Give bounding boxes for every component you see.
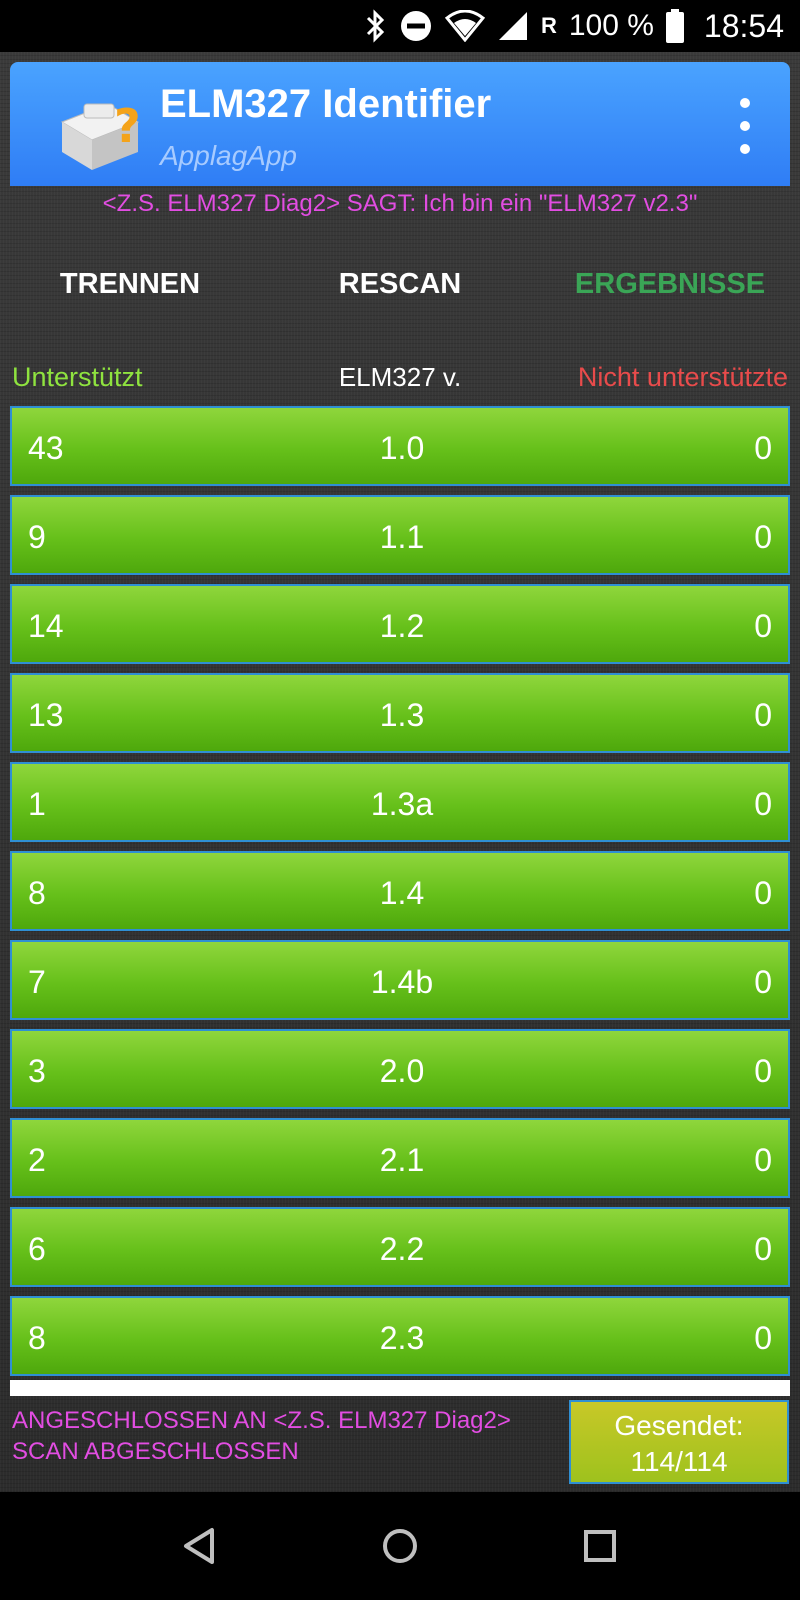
unsupported-count: 0 <box>754 786 772 822</box>
recent-apps-icon[interactable] <box>574 1520 626 1572</box>
rescan-button[interactable]: RESCAN <box>280 268 520 301</box>
unsupported-count: 0 <box>754 697 772 733</box>
system-navigation-bar <box>0 1492 800 1600</box>
results-button[interactable]: ERGEBNISSE <box>550 268 790 301</box>
supported-count: 2 <box>28 1142 46 1178</box>
elm-version: 1.2 <box>379 608 425 644</box>
unsupported-count: 0 <box>754 519 772 555</box>
result-row[interactable]: 6 2.2 0 <box>10 1207 790 1287</box>
result-row[interactable]: 8 1.4 0 <box>10 851 790 931</box>
supported-count: 14 <box>28 608 64 644</box>
unsupported-count: 0 <box>754 964 772 1000</box>
overflow-menu-icon[interactable] <box>736 98 754 154</box>
sent-label: Gesendet: <box>614 1410 744 1441</box>
supported-count: 8 <box>28 875 46 911</box>
unsupported-count: 0 <box>754 430 772 466</box>
supported-count: 43 <box>28 430 64 466</box>
supported-count: 6 <box>28 1231 46 1267</box>
unsupported-count: 0 <box>754 1142 772 1178</box>
result-row[interactable]: 9 1.1 0 <box>10 495 790 575</box>
result-row[interactable]: 8 2.3 0 <box>10 1296 790 1376</box>
do-not-disturb-icon <box>400 11 431 41</box>
app-title: ELM327 Identifier <box>160 82 492 126</box>
sent-counter: Gesendet: 114/114 <box>569 1400 789 1484</box>
unsupported-count: 0 <box>754 875 772 911</box>
list-scroll-end <box>10 1380 790 1396</box>
result-row[interactable]: 1 1.3a 0 <box>10 762 790 842</box>
elm-version: 2.1 <box>379 1142 425 1178</box>
elm-version: 1.0 <box>379 430 425 466</box>
result-row[interactable]: 3 2.0 0 <box>10 1029 790 1109</box>
supported-count: 3 <box>28 1053 46 1089</box>
scan-status-line: SCAN ABGESCHLOSSEN <box>12 1438 299 1465</box>
result-row[interactable]: 2 2.1 0 <box>10 1118 790 1198</box>
clock: 18:54 <box>703 7 784 44</box>
unsupported-count: 0 <box>754 608 772 644</box>
back-icon[interactable] <box>174 1520 226 1572</box>
elm-response-text: <Z.S. ELM327 Diag2> SAGT: Ich bin ein "E… <box>102 190 698 217</box>
bluetooth-icon <box>366 9 385 43</box>
result-row[interactable]: 13 1.3 0 <box>10 673 790 753</box>
app-subtitle: ApplagApp <box>160 140 298 171</box>
elm-version: 1.4b <box>370 964 434 1000</box>
home-icon[interactable] <box>374 1520 426 1572</box>
supported-count: 13 <box>28 697 64 733</box>
elm-version: 1.3 <box>379 697 425 733</box>
supported-count: 1 <box>28 786 46 822</box>
elm-version: 2.2 <box>379 1231 425 1267</box>
unsupported-column-header: Nicht unterstützte <box>577 362 788 392</box>
supported-count: 8 <box>28 1320 46 1356</box>
battery-percent: 100 % <box>568 9 654 42</box>
svg-text:?: ? <box>114 99 141 153</box>
status-bar: R 100 % 18:54 <box>0 0 800 52</box>
result-row[interactable]: 43 1.0 0 <box>10 406 790 486</box>
connection-status: ANGESCHLOSSEN AN <Z.S. ELM327 Diag2> SCA… <box>12 1405 511 1467</box>
elm-version: 2.0 <box>379 1053 425 1089</box>
sent-value: 114/114 <box>630 1446 728 1477</box>
unsupported-count: 0 <box>754 1053 772 1089</box>
roaming-indicator: R <box>540 13 557 38</box>
elm-version: 1.3a <box>370 786 434 822</box>
signal-icon <box>498 12 527 40</box>
action-bar: TRENNEN RESCAN ERGEBNISSE <box>0 268 800 316</box>
supported-count: 9 <box>28 519 46 555</box>
unsupported-count: 0 <box>754 1320 772 1356</box>
disconnect-button[interactable]: TRENNEN <box>10 268 250 301</box>
elm-version: 2.3 <box>379 1320 425 1356</box>
supported-column-header: Unterstützt <box>12 362 143 392</box>
result-row[interactable]: 7 1.4b 0 <box>10 940 790 1020</box>
unsupported-count: 0 <box>754 1231 772 1267</box>
wifi-icon <box>444 10 485 42</box>
elm-version: 1.4 <box>379 875 425 911</box>
battery-icon <box>665 9 684 43</box>
version-column-header: ELM327 v. <box>338 362 462 392</box>
obd-adapter-icon: ? <box>60 99 141 170</box>
connection-status-line: ANGESCHLOSSEN AN <Z.S. ELM327 Diag2> <box>12 1407 511 1434</box>
elm-version: 1.1 <box>379 519 425 555</box>
results-list: 43 1.0 0 9 1.1 0 14 1.2 0 13 1.3 0 1 1.3… <box>10 406 790 1385</box>
result-row[interactable]: 14 1.2 0 <box>10 584 790 664</box>
app-title-bar: ? ELM327 Identifier ApplagApp <box>10 62 790 186</box>
supported-count: 7 <box>28 964 46 1000</box>
